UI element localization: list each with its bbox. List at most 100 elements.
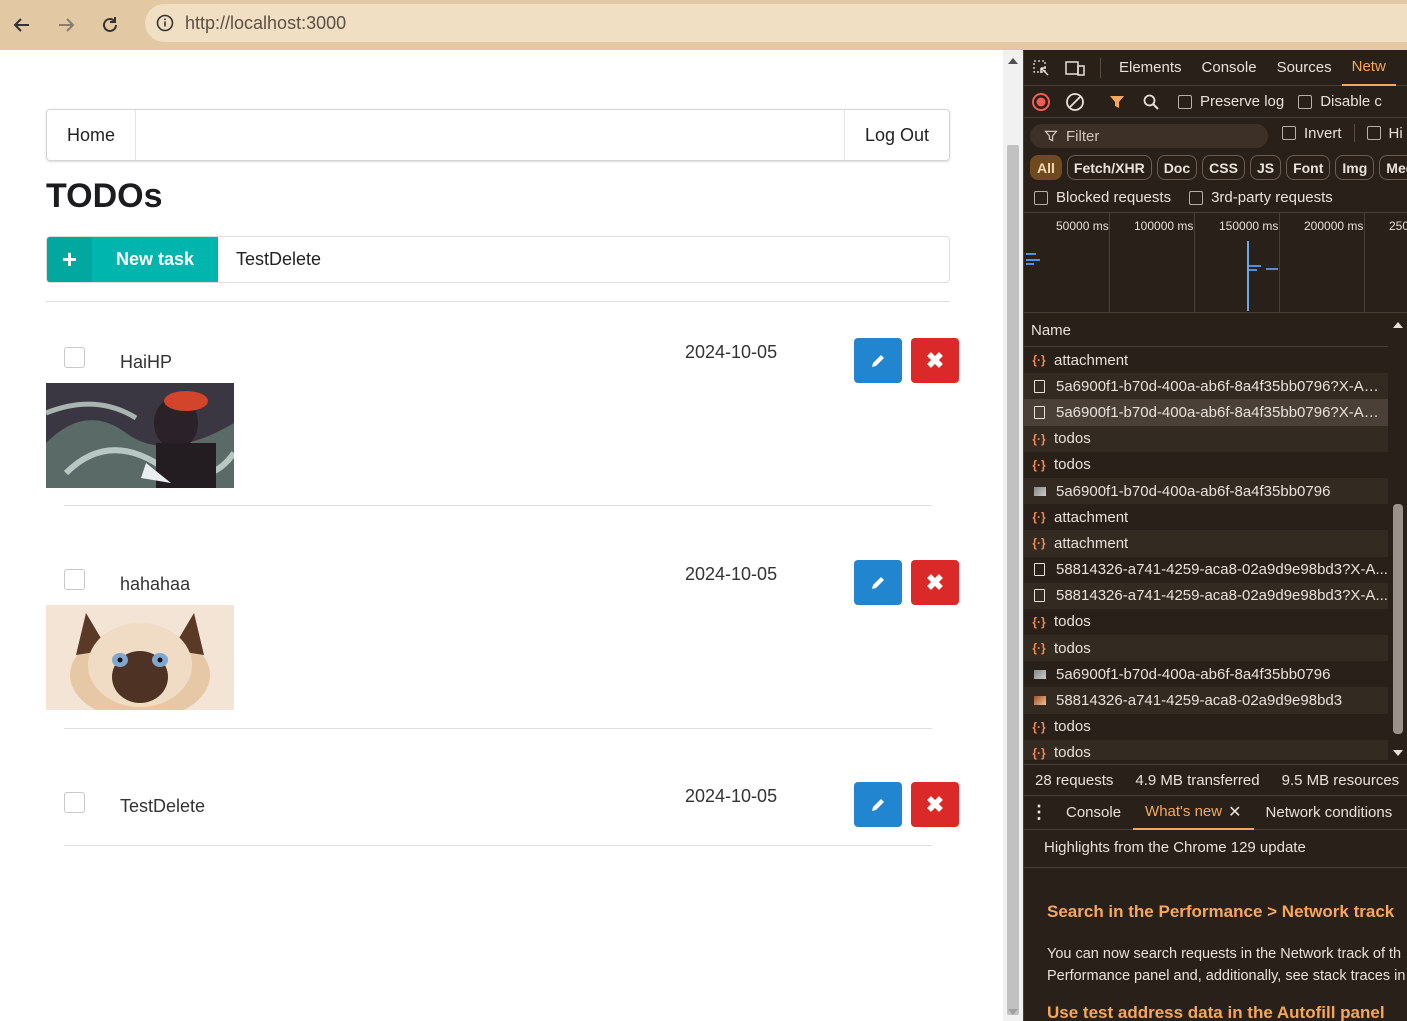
site-info-icon[interactable]	[145, 4, 185, 42]
chip-js[interactable]: JS	[1249, 155, 1282, 180]
request-row[interactable]: {·} todos	[1024, 609, 1388, 635]
request-name: 58814326-a741-4259-aca8-02a9d9e98bd3?X-A…	[1056, 587, 1388, 605]
delete-button[interactable]: ✖	[911, 782, 959, 827]
new-task-input[interactable]	[218, 237, 949, 282]
request-row[interactable]: {·} attachment	[1024, 347, 1388, 373]
request-row[interactable]: 5a6900f1-b70d-400a-ab6f-8a4f35bb0796	[1024, 477, 1388, 505]
search-icon[interactable]	[1134, 86, 1168, 118]
plus-icon: +	[47, 237, 92, 282]
browser-toolbar: http://localhost:3000	[0, 0, 1407, 50]
name-column-header[interactable]: Name	[1024, 314, 1388, 347]
clear-icon[interactable]	[1058, 86, 1092, 118]
forward-button[interactable]	[44, 3, 88, 47]
edit-button[interactable]	[854, 338, 902, 383]
request-row[interactable]: 58814326-a741-4259-aca8-02a9d9e98bd3?X-A…	[1024, 557, 1388, 583]
more-options-icon[interactable]: ⋮	[1024, 802, 1054, 823]
todo-date: 2024-10-05	[685, 786, 778, 806]
request-row[interactable]: {·} todos	[1024, 452, 1388, 478]
document-icon	[1034, 379, 1045, 393]
request-row[interactable]: {·} attachment	[1024, 504, 1388, 530]
request-row[interactable]: 58814326-a741-4259-aca8-02a9d9e98bd3	[1024, 687, 1388, 714]
request-row[interactable]: {·} todos	[1024, 739, 1388, 760]
close-icon: ✖	[925, 791, 945, 817]
request-list-scrollbar[interactable]	[1388, 314, 1407, 760]
back-button[interactable]	[0, 3, 44, 47]
request-row[interactable]: 5a6900f1-b70d-400a-ab6f-8a4f35bb0796?X-A…	[1024, 399, 1388, 426]
request-row[interactable]: 58814326-a741-4259-aca8-02a9d9e98bd3?X-A…	[1024, 582, 1388, 609]
whats-new-item-title[interactable]: Search in the Performance > Network trac…	[1047, 902, 1394, 922]
blocked-requests-checkbox[interactable]	[1034, 190, 1048, 205]
close-icon[interactable]: ✕	[1228, 802, 1241, 822]
edit-button[interactable]	[854, 782, 902, 827]
request-name: 5a6900f1-b70d-400a-ab6f-8a4f35bb0796?X-A…	[1056, 377, 1388, 395]
disable-cache-label: Disable c	[1320, 93, 1382, 110]
disable-cache-checkbox[interactable]: Disable c	[1298, 93, 1382, 110]
request-name: 5a6900f1-b70d-400a-ab6f-8a4f35bb0796	[1056, 482, 1331, 500]
delete-button[interactable]: ✖	[911, 338, 959, 383]
drawer-tab-network-conditions[interactable]: Network conditions	[1254, 796, 1405, 830]
timeline-bar	[1266, 268, 1278, 270]
image-icon	[1034, 669, 1046, 679]
chip-font[interactable]: Font	[1286, 155, 1331, 180]
drawer-tab-whats-new[interactable]: What's new ✕	[1133, 796, 1254, 830]
chip-media[interactable]: Med	[1379, 155, 1407, 180]
reload-button[interactable]	[88, 3, 132, 47]
address-bar[interactable]: http://localhost:3000	[145, 4, 1407, 42]
request-row[interactable]: 5a6900f1-b70d-400a-ab6f-8a4f35bb0796	[1024, 661, 1388, 687]
page-scrollbar[interactable]	[1003, 50, 1023, 1021]
tab-console[interactable]: Console	[1192, 50, 1267, 86]
todo-divider	[64, 845, 932, 846]
timeline-gridline	[1279, 213, 1280, 313]
home-menu-item[interactable]: Home	[47, 110, 137, 160]
scroll-up-icon[interactable]	[1008, 58, 1018, 64]
preserve-log-checkbox[interactable]: Preserve log	[1178, 93, 1284, 110]
new-task-button[interactable]: + New task	[47, 237, 218, 282]
chip-all[interactable]: All	[1030, 155, 1062, 180]
edit-button[interactable]	[854, 560, 902, 605]
arrow-left-icon	[13, 18, 29, 32]
fetch-xhr-icon: {·}	[1032, 719, 1046, 734]
drawer-tab-console[interactable]: Console	[1054, 796, 1133, 830]
scroll-thumb[interactable]	[1007, 145, 1019, 1015]
request-row[interactable]: {·} attachment	[1024, 530, 1388, 557]
tab-network[interactable]: Netw	[1341, 50, 1396, 86]
hide-checkbox[interactable]	[1366, 126, 1381, 140]
fetch-xhr-icon: {·}	[1032, 641, 1046, 656]
scroll-down-icon[interactable]	[1393, 750, 1403, 756]
blocked-requests-label: Blocked requests	[1056, 189, 1172, 206]
request-name: 5a6900f1-b70d-400a-ab6f-8a4f35bb0796	[1056, 665, 1331, 683]
request-row[interactable]: 5a6900f1-b70d-400a-ab6f-8a4f35bb0796?X-A…	[1024, 373, 1388, 400]
whats-new-item-title[interactable]: Use test address data in the Autofill pa…	[1047, 1003, 1385, 1021]
todo-name: HaiHP	[120, 352, 173, 372]
tab-sources[interactable]: Sources	[1267, 50, 1342, 86]
fetch-xhr-icon: {·}	[1032, 614, 1046, 629]
logout-menu-item[interactable]: Log Out	[843, 110, 949, 160]
todo-checkbox[interactable]	[64, 569, 85, 590]
document-icon	[1034, 589, 1045, 603]
chip-img[interactable]: Img	[1335, 155, 1375, 180]
chip-fetch-xhr[interactable]: Fetch/XHR	[1066, 155, 1152, 180]
request-row[interactable]: {·} todos	[1024, 714, 1388, 740]
request-row[interactable]: {·} todos	[1024, 635, 1388, 662]
device-toolbar-icon[interactable]	[1058, 50, 1092, 86]
third-party-checkbox[interactable]	[1189, 190, 1204, 205]
inspect-element-icon[interactable]	[1024, 50, 1058, 86]
scroll-thumb[interactable]	[1393, 504, 1403, 734]
todo-checkbox[interactable]	[64, 347, 85, 368]
todo-checkbox[interactable]	[64, 792, 85, 813]
pencil-icon	[872, 798, 884, 811]
delete-button[interactable]: ✖	[911, 560, 959, 605]
filter-input[interactable]: Filter	[1030, 124, 1268, 148]
request-name: todos	[1054, 718, 1091, 736]
scroll-down-icon[interactable]	[1008, 1009, 1018, 1015]
filter-icon[interactable]	[1100, 86, 1134, 118]
invert-checkbox[interactable]	[1282, 126, 1296, 140]
chip-doc[interactable]: Doc	[1156, 155, 1198, 180]
network-overview-timeline[interactable]: 50000 ms 100000 ms 150000 ms 200000 ms 2…	[1024, 212, 1407, 313]
tab-elements[interactable]: Elements	[1109, 50, 1192, 86]
record-icon[interactable]	[1024, 86, 1058, 118]
scroll-up-icon[interactable]	[1393, 322, 1403, 328]
request-row[interactable]: {·} todos	[1024, 425, 1388, 452]
chip-css[interactable]: CSS	[1202, 155, 1245, 180]
document-icon	[1034, 563, 1045, 577]
